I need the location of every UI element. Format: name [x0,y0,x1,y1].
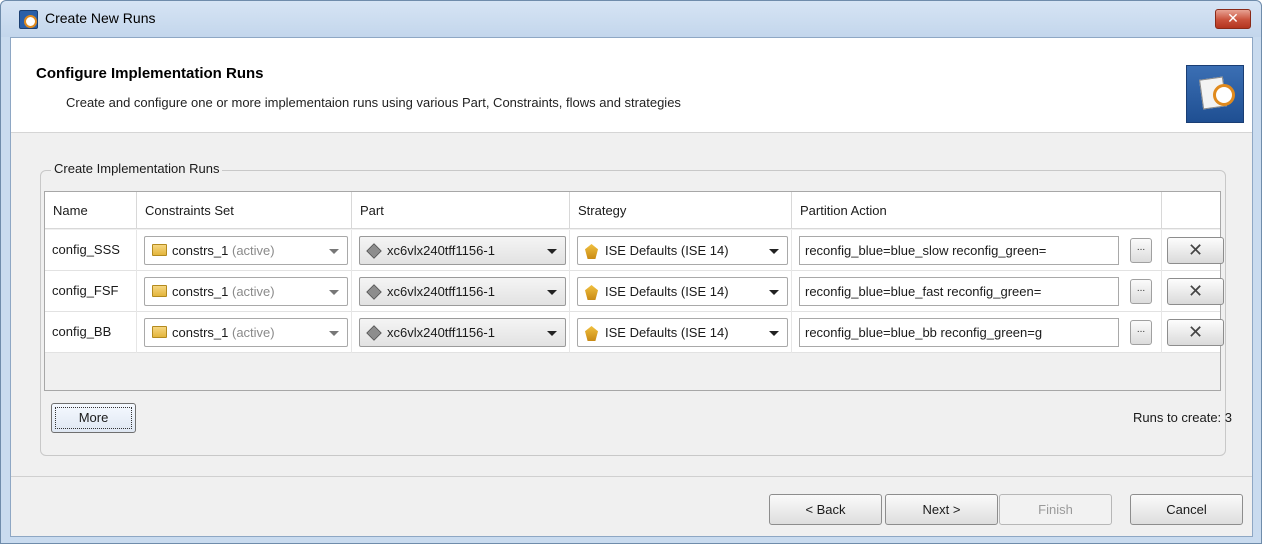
footer-separator [11,476,1252,477]
part-cell: xc6vlx240tff1156-1 [352,271,570,312]
browse-button[interactable]: ... [1130,238,1152,263]
table-row[interactable]: config_FSF constrs_1 (active) xc6vlx240t… [45,271,1224,312]
runs-to-create-label: Runs to create: 3 [1133,410,1232,425]
column-header-constraints[interactable]: Constraints Set [137,192,352,229]
column-header-strategy[interactable]: Strategy [570,192,792,229]
chevron-down-icon [547,249,557,254]
part-cell: xc6vlx240tff1156-1 [352,230,570,271]
part-cell: xc6vlx240tff1156-1 [352,312,570,353]
constraints-cell: constrs_1 (active) [137,271,352,312]
partition-action-field[interactable]: reconfig_blue=blue_fast reconfig_green= [799,277,1119,306]
constraints-set-dropdown[interactable]: constrs_1 (active) [144,318,348,347]
partition-action-field[interactable]: reconfig_blue=blue_bb reconfig_green=g [799,318,1119,347]
constraints-value: constrs_1 (active) [172,284,275,299]
column-header-partition-action[interactable]: Partition Action [792,192,1162,229]
partition-cell: reconfig_blue=blue_fast reconfig_green= … [792,271,1162,312]
browse-button[interactable]: ... [1130,320,1152,345]
partition-cell: reconfig_blue=blue_slow reconfig_green= … [792,230,1162,271]
name-cell: config_BB [45,312,137,353]
cancel-button[interactable]: Cancel [1130,494,1243,525]
next-button[interactable]: Next > [885,494,998,525]
chip-icon [366,243,382,259]
chevron-down-icon [769,331,779,336]
table-header: Name Constraints Set Part Strategy Parti… [45,192,1220,229]
remove-run-button[interactable]: ✕ [1167,237,1224,264]
constraints-set-dropdown[interactable]: constrs_1 (active) [144,236,348,265]
chip-icon [366,325,382,341]
remove-run-button[interactable]: ✕ [1167,319,1224,346]
constraints-set-name: constrs_1 [172,325,229,340]
active-tag: (active) [232,243,275,258]
back-button[interactable]: < Back [769,494,882,525]
part-dropdown[interactable]: xc6vlx240tff1156-1 [359,318,566,347]
part-value: xc6vlx240tff1156-1 [387,243,495,258]
chevron-down-icon [547,331,557,336]
runs-table: Name Constraints Set Part Strategy Parti… [44,191,1224,391]
more-button[interactable]: More [51,403,136,433]
run-name: config_BB [52,324,112,339]
run-name: config_SSS [52,242,120,257]
constraints-set-dropdown[interactable]: constrs_1 (active) [144,277,348,306]
part-dropdown[interactable]: xc6vlx240tff1156-1 [359,277,566,306]
chevron-down-icon [547,290,557,295]
chevron-down-icon [329,249,339,254]
folder-icon [152,244,167,256]
strategy-dropdown[interactable]: ISE Defaults (ISE 14) [577,236,788,265]
browse-button[interactable]: ... [1130,279,1152,304]
constraints-set-name: constrs_1 [172,243,229,258]
create-new-runs-dialog: Create New Runs ✕ Configure Implementati… [0,0,1262,544]
run-name: config_FSF [52,283,119,298]
vivado-app-icon [19,10,38,29]
dialog-body: Configure Implementation Runs Create and… [10,37,1253,537]
strategy-icon [585,326,598,341]
chip-icon [366,284,382,300]
constraints-set-name: constrs_1 [172,284,229,299]
chevron-down-icon [329,290,339,295]
strategy-value: ISE Defaults (ISE 14) [605,243,729,258]
chevron-down-icon [329,331,339,336]
active-tag: (active) [232,325,275,340]
folder-icon [152,285,167,297]
strategy-icon [585,285,598,300]
page-title: Configure Implementation Runs [36,65,264,82]
group-title: Create Implementation Runs [51,161,223,176]
title-bar: Create New Runs ✕ [1,1,1261,37]
name-cell: config_FSF [45,271,137,312]
strategy-value: ISE Defaults (ISE 14) [605,284,729,299]
strategy-cell: ISE Defaults (ISE 14) [570,271,792,312]
active-tag: (active) [232,284,275,299]
constraints-value: constrs_1 (active) [172,243,275,258]
column-header-name[interactable]: Name [45,192,137,229]
table-row[interactable]: config_BB constrs_1 (active) xc6vlx240tf… [45,312,1224,353]
strategy-cell: ISE Defaults (ISE 14) [570,312,792,353]
strategy-value: ISE Defaults (ISE 14) [605,325,729,340]
constraints-cell: constrs_1 (active) [137,230,352,271]
column-header-part[interactable]: Part [352,192,570,229]
column-header-remove [1162,192,1220,229]
chevron-down-icon [769,249,779,254]
part-value: xc6vlx240tff1156-1 [387,325,495,340]
remove-run-button[interactable]: ✕ [1167,278,1224,305]
constraints-cell: constrs_1 (active) [137,312,352,353]
name-cell: config_SSS [45,230,137,271]
wizard-settings-icon [1186,65,1244,123]
constraints-value: constrs_1 (active) [172,325,275,340]
strategy-cell: ISE Defaults (ISE 14) [570,230,792,271]
page-subtitle: Create and configure one or more impleme… [66,95,681,110]
table-row[interactable]: config_SSS constrs_1 (active) xc6vlx240t… [45,230,1224,271]
strategy-dropdown[interactable]: ISE Defaults (ISE 14) [577,277,788,306]
window-title: Create New Runs [45,10,156,26]
strategy-icon [585,244,598,259]
close-button[interactable]: ✕ [1215,9,1251,29]
finish-button: Finish [999,494,1112,525]
folder-icon [152,326,167,338]
chevron-down-icon [769,290,779,295]
partition-cell: reconfig_blue=blue_bb reconfig_green=g .… [792,312,1162,353]
wizard-header: Configure Implementation Runs Create and… [11,38,1252,133]
strategy-dropdown[interactable]: ISE Defaults (ISE 14) [577,318,788,347]
part-dropdown[interactable]: xc6vlx240tff1156-1 [359,236,566,265]
partition-action-field[interactable]: reconfig_blue=blue_slow reconfig_green= [799,236,1119,265]
part-value: xc6vlx240tff1156-1 [387,284,495,299]
